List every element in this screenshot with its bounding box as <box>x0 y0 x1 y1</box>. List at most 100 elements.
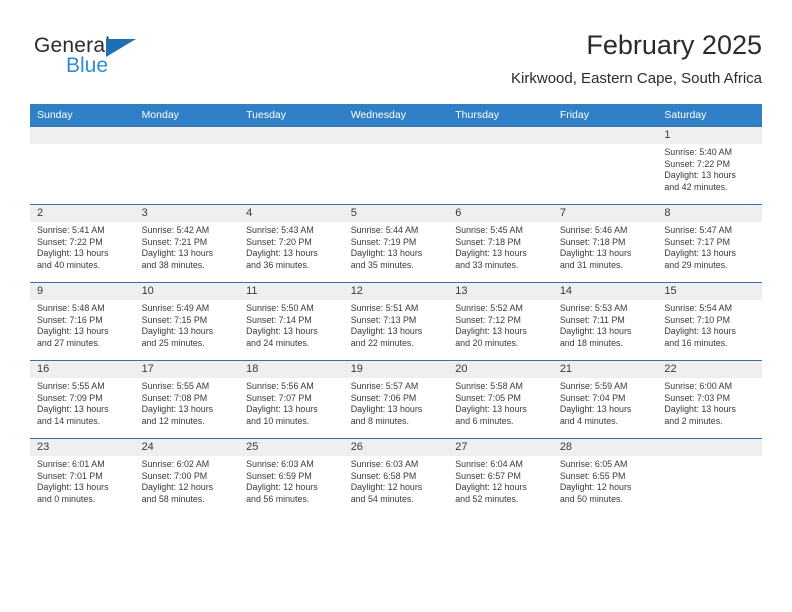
daylight-duration-line1: Daylight: 13 hours <box>350 404 423 415</box>
calendar-day-cell[interactable]: 16 Sunrise: 5:55 AM Sunset: 7:09 PM Dayligh… <box>30 360 135 439</box>
daylight-duration-line2: and 27 minutes. <box>37 337 101 348</box>
daylight-duration-line2: and 20 minutes. <box>455 337 519 348</box>
calendar-cell-inner: 19 Sunrise: 5:57 AM Sunset: 7:06 PM Dayligh… <box>343 361 449 438</box>
sunset-time: Sunset: 6:59 PM <box>246 470 312 481</box>
day-detail-lines: Sunrise: 5:40 AM Sunset: 7:22 PM Daylight:… <box>657 144 762 193</box>
calendar-day-cell[interactable]: 4 Sunrise: 5:43 AM Sunset: 7:20 PM Daylight… <box>239 204 344 283</box>
calendar-day-cell[interactable]: 1 Sunrise: 5:40 AM Sunset: 7:22 PM Daylight… <box>657 126 762 205</box>
calendar-week-row: 2 Sunrise: 5:41 AM Sunset: 7:22 PM Daylight… <box>30 204 762 283</box>
daylight-duration-line1: Daylight: 13 hours <box>350 248 423 259</box>
calendar-cell-inner: 5 Sunrise: 5:44 AM Sunset: 7:19 PM Daylight… <box>343 205 449 282</box>
calendar-day-cell[interactable]: 5 Sunrise: 5:44 AM Sunset: 7:19 PM Daylight… <box>343 204 449 283</box>
sunset-time: Sunset: 7:22 PM <box>664 158 730 169</box>
sunset-time: Sunset: 7:07 PM <box>246 392 312 403</box>
day-detail-lines: Sunrise: 5:56 AM Sunset: 7:07 PM Daylight:… <box>239 378 344 427</box>
calendar-day-cell[interactable]: 7 Sunrise: 5:46 AM Sunset: 7:18 PM Daylight… <box>552 204 658 283</box>
calendar-cell-inner: 28 Sunrise: 6:05 AM Sunset: 6:55 PM Dayligh… <box>552 439 658 516</box>
daylight-duration-line2: and 42 minutes. <box>664 181 728 192</box>
sunset-time: Sunset: 7:15 PM <box>141 314 208 325</box>
calendar-day-cell[interactable]: 20 Sunrise: 5:58 AM Sunset: 7:05 PM Dayligh… <box>448 360 553 439</box>
day-detail-lines: Sunrise: 5:44 AM Sunset: 7:19 PM Daylight:… <box>344 222 449 271</box>
day-number: 17 <box>134 361 240 378</box>
weekday-header-tuesday: Tuesday <box>239 104 344 127</box>
day-detail-lines: Sunrise: 6:05 AM Sunset: 6:55 PM Daylight:… <box>553 456 658 505</box>
sunrise-time: Sunrise: 5:50 AM <box>246 303 314 313</box>
sunset-time: Sunset: 7:04 PM <box>559 392 626 403</box>
calendar-cell-inner: 1 Sunrise: 5:40 AM Sunset: 7:22 PM Daylight… <box>657 127 762 204</box>
sunset-time: Sunset: 7:16 PM <box>37 314 103 325</box>
calendar-day-cell[interactable]: 17 Sunrise: 5:55 AM Sunset: 7:08 PM Dayligh… <box>134 360 240 439</box>
general-blue-logo[interactable]: General Blue <box>34 34 234 90</box>
day-number: 12 <box>343 283 449 300</box>
sunrise-time: Sunrise: 5:57 AM <box>350 381 419 391</box>
calendar-day-cell[interactable]: 28 Sunrise: 6:05 AM Sunset: 6:55 PM Dayligh… <box>552 438 658 516</box>
calendar-cell-empty <box>30 126 135 205</box>
day-number: 10 <box>134 283 240 300</box>
calendar-cell-inner <box>552 127 658 204</box>
sunset-time: Sunset: 7:09 PM <box>37 392 103 403</box>
day-detail-lines: Sunrise: 5:41 AM Sunset: 7:22 PM Daylight:… <box>30 222 135 271</box>
calendar-cell-inner: 14 Sunrise: 5:53 AM Sunset: 7:11 PM Dayligh… <box>552 283 658 360</box>
day-detail-lines: Sunrise: 5:50 AM Sunset: 7:14 PM Daylight:… <box>239 300 344 349</box>
calendar-cell-inner: 27 Sunrise: 6:04 AM Sunset: 6:57 PM Dayligh… <box>448 439 553 516</box>
calendar-day-cell[interactable]: 18 Sunrise: 5:56 AM Sunset: 7:07 PM Dayligh… <box>239 360 344 439</box>
sunset-time: Sunset: 7:19 PM <box>350 236 417 247</box>
calendar-day-cell[interactable]: 27 Sunrise: 6:04 AM Sunset: 6:57 PM Dayligh… <box>448 438 553 516</box>
calendar-day-cell[interactable]: 8 Sunrise: 5:47 AM Sunset: 7:17 PM Daylight… <box>657 204 762 283</box>
daylight-duration-line1: Daylight: 13 hours <box>141 326 214 337</box>
calendar-day-cell[interactable]: 25 Sunrise: 6:03 AM Sunset: 6:59 PM Dayligh… <box>239 438 344 516</box>
daylight-duration-line2: and 29 minutes. <box>664 259 728 270</box>
day-number <box>552 127 658 144</box>
day-detail-lines: Sunrise: 6:02 AM Sunset: 7:00 PM Daylight:… <box>135 456 240 505</box>
sunrise-time: Sunrise: 6:03 AM <box>246 459 314 469</box>
calendar-day-cell[interactable]: 13 Sunrise: 5:52 AM Sunset: 7:12 PM Dayligh… <box>448 282 553 361</box>
daylight-duration-line2: and 18 minutes. <box>559 337 623 348</box>
day-detail-lines: Sunrise: 5:53 AM Sunset: 7:11 PM Daylight:… <box>553 300 658 349</box>
daylight-duration-line2: and 6 minutes. <box>455 415 514 426</box>
sunrise-time: Sunrise: 5:45 AM <box>455 225 523 235</box>
day-detail-lines: Sunrise: 5:54 AM Sunset: 7:10 PM Daylight:… <box>657 300 762 349</box>
daylight-duration-line1: Daylight: 13 hours <box>664 170 736 181</box>
day-number: 25 <box>239 439 344 456</box>
sunrise-time: Sunrise: 5:51 AM <box>350 303 419 313</box>
sunrise-time: Sunrise: 6:02 AM <box>141 459 210 469</box>
daylight-duration-line1: Daylight: 12 hours <box>559 482 632 493</box>
calendar-day-cell[interactable]: 10 Sunrise: 5:49 AM Sunset: 7:15 PM Dayligh… <box>134 282 240 361</box>
calendar-day-cell[interactable]: 22 Sunrise: 6:00 AM Sunset: 7:03 PM Dayligh… <box>657 360 762 439</box>
calendar-day-cell[interactable]: 12 Sunrise: 5:51 AM Sunset: 7:13 PM Dayligh… <box>343 282 449 361</box>
calendar-day-cell[interactable]: 26 Sunrise: 6:03 AM Sunset: 6:58 PM Dayligh… <box>343 438 449 516</box>
day-number: 16 <box>30 361 135 378</box>
sunrise-time: Sunrise: 5:44 AM <box>350 225 419 235</box>
sunset-time: Sunset: 7:18 PM <box>559 236 626 247</box>
sunrise-time: Sunrise: 5:53 AM <box>559 303 628 313</box>
day-detail-lines: Sunrise: 5:55 AM Sunset: 7:09 PM Daylight:… <box>30 378 135 427</box>
daylight-duration-line2: and 24 minutes. <box>246 337 310 348</box>
calendar-day-cell[interactable]: 14 Sunrise: 5:53 AM Sunset: 7:11 PM Dayligh… <box>552 282 658 361</box>
calendar-day-cell[interactable]: 24 Sunrise: 6:02 AM Sunset: 7:00 PM Dayligh… <box>134 438 240 516</box>
daylight-duration-line1: Daylight: 12 hours <box>141 482 214 493</box>
daylight-duration-line2: and 25 minutes. <box>141 337 205 348</box>
calendar-day-cell[interactable]: 9 Sunrise: 5:48 AM Sunset: 7:16 PM Daylight… <box>30 282 135 361</box>
day-detail-lines: Sunrise: 5:48 AM Sunset: 7:16 PM Daylight:… <box>30 300 135 349</box>
daylight-duration-line1: Daylight: 13 hours <box>141 248 214 259</box>
sunrise-time: Sunrise: 5:59 AM <box>559 381 628 391</box>
calendar-day-cell[interactable]: 23 Sunrise: 6:01 AM Sunset: 7:01 PM Dayligh… <box>30 438 135 516</box>
calendar-day-cell[interactable]: 15 Sunrise: 5:54 AM Sunset: 7:10 PM Dayligh… <box>657 282 762 361</box>
calendar-cell-empty <box>343 126 449 205</box>
day-detail-lines: Sunrise: 5:52 AM Sunset: 7:12 PM Daylight:… <box>448 300 553 349</box>
calendar-day-cell[interactable]: 11 Sunrise: 5:50 AM Sunset: 7:14 PM Dayligh… <box>239 282 344 361</box>
calendar-day-cell[interactable]: 6 Sunrise: 5:45 AM Sunset: 7:18 PM Daylight… <box>448 204 553 283</box>
calendar-day-cell[interactable]: 3 Sunrise: 5:42 AM Sunset: 7:21 PM Daylight… <box>134 204 240 283</box>
day-number: 3 <box>134 205 240 222</box>
sunrise-time: Sunrise: 5:54 AM <box>664 303 732 313</box>
calendar-cell-inner: 18 Sunrise: 5:56 AM Sunset: 7:07 PM Dayligh… <box>239 361 344 438</box>
calendar-cell-inner: 4 Sunrise: 5:43 AM Sunset: 7:20 PM Daylight… <box>239 205 344 282</box>
day-detail-lines: Sunrise: 5:55 AM Sunset: 7:08 PM Daylight:… <box>135 378 240 427</box>
day-number <box>239 127 344 144</box>
daylight-duration-line1: Daylight: 13 hours <box>559 248 632 259</box>
calendar-day-cell[interactable]: 21 Sunrise: 5:59 AM Sunset: 7:04 PM Dayligh… <box>552 360 658 439</box>
calendar-day-cell[interactable]: 2 Sunrise: 5:41 AM Sunset: 7:22 PM Daylight… <box>30 204 135 283</box>
page-header: General Blue February 2025 Kirkwood, Eas… <box>30 28 762 100</box>
sunset-time: Sunset: 7:08 PM <box>141 392 208 403</box>
calendar-day-cell[interactable]: 19 Sunrise: 5:57 AM Sunset: 7:06 PM Dayligh… <box>343 360 449 439</box>
